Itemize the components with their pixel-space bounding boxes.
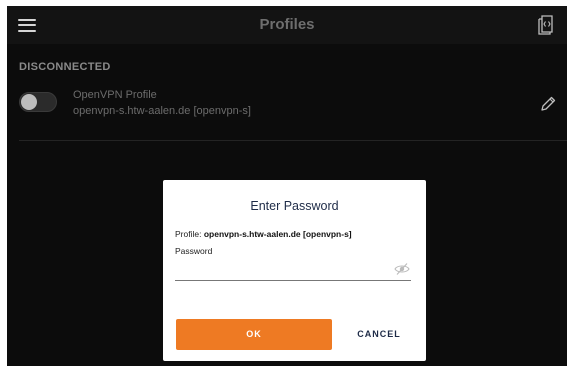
password-label: Password (175, 246, 213, 256)
section-header-disconnected: DISCONNECTED (19, 61, 111, 73)
list-divider (19, 140, 567, 141)
connection-toggle[interactable] (19, 92, 57, 112)
log-file-icon (538, 15, 553, 35)
app-window: Profiles DISCONNECTED OpenVPN Profile op… (7, 6, 567, 366)
hamburger-menu-icon (18, 18, 36, 32)
edit-profile-button[interactable] (538, 94, 558, 114)
cancel-button[interactable]: CANCEL (344, 319, 414, 350)
ok-button[interactable]: OK (176, 319, 332, 350)
log-button[interactable] (535, 13, 559, 37)
top-app-bar: Profiles (7, 6, 567, 44)
pencil-icon (541, 96, 556, 111)
profile-host: openvpn-s.htw-aalen.de [openvpn-s] (73, 105, 251, 117)
password-dialog: Enter Password Profile: openvpn-s.htw-aa… (163, 180, 426, 361)
profile-value: openvpn-s.htw-aalen.de [openvpn-s] (203, 229, 352, 239)
page-title: Profiles (259, 16, 315, 33)
profile-list-item[interactable]: OpenVPN Profile openvpn-s.htw-aalen.de [… (7, 82, 567, 142)
toggle-knob (21, 94, 37, 110)
profile-name: OpenVPN Profile (73, 89, 157, 101)
eye-slash-icon[interactable] (394, 262, 410, 276)
dialog-title: Enter Password (250, 199, 339, 213)
dialog-profile-line: Profile: openvpn-s.htw-aalen.de [openvpn… (175, 229, 352, 239)
profile-label: Profile: (175, 229, 204, 239)
menu-button[interactable] (13, 12, 41, 38)
password-input[interactable] (175, 260, 411, 281)
